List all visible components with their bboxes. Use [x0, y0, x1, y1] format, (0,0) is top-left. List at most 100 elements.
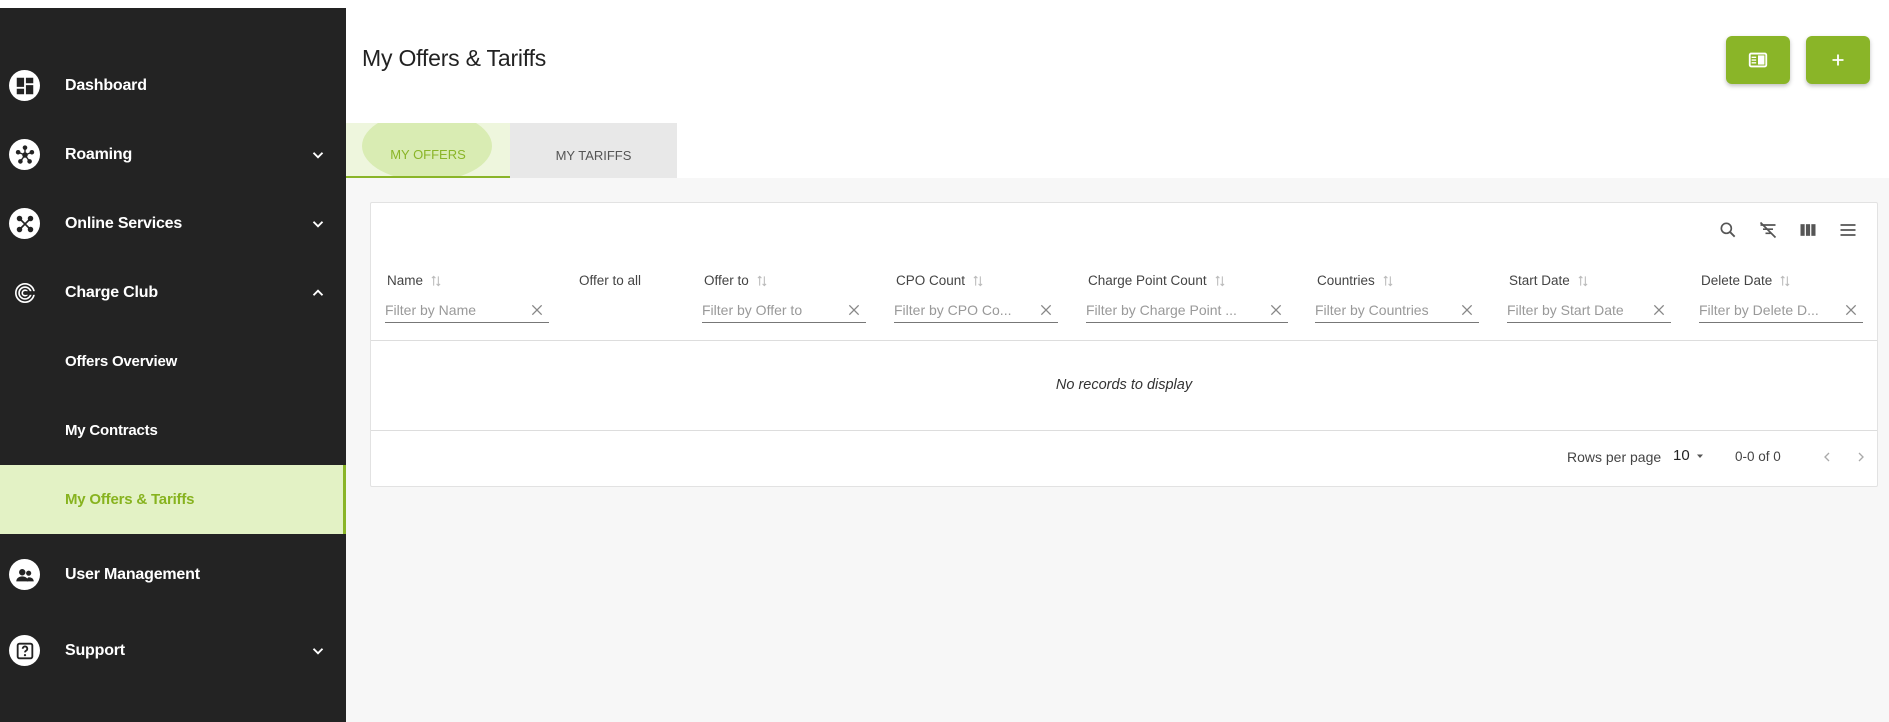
chevron-down-icon — [309, 642, 327, 660]
column-header[interactable]: Name — [387, 273, 443, 288]
tab-my-offers[interactable]: MY OFFERS — [346, 123, 510, 178]
column-header[interactable]: CPO Count — [896, 273, 985, 288]
page-header: My Offers & Tariffs MY OFFERS MY TARIFFS — [346, 0, 1889, 178]
column-name: Name — [385, 273, 549, 323]
column-header-label: Delete Date — [1701, 273, 1773, 288]
clear-icon[interactable] — [1651, 302, 1667, 318]
previous-page-button[interactable] — [1817, 447, 1837, 467]
sort-icon — [1383, 275, 1393, 286]
rows-per-page-select[interactable]: 10 — [1673, 447, 1706, 464]
clear-icon[interactable] — [529, 302, 545, 318]
header-divider — [371, 340, 1877, 341]
column-offer-to: Offer to — [702, 273, 866, 323]
menu-icon[interactable] — [1837, 219, 1859, 241]
user-management-icon — [9, 559, 40, 590]
charge-club-icon — [9, 277, 40, 308]
filter-cpo-count — [894, 297, 1058, 323]
rows-per-page-label: Rows per page — [1567, 449, 1662, 465]
column-header-label: Offer to — [704, 273, 749, 288]
pagination-range: 0-0 of 0 — [1735, 449, 1781, 464]
clear-icon[interactable] — [1038, 302, 1054, 318]
column-cpo-count: CPO Count — [894, 273, 1058, 323]
column-header[interactable]: Offer to — [704, 273, 769, 288]
filter-charge-point-count — [1086, 297, 1288, 323]
empty-table-message: No records to display — [1055, 377, 1193, 393]
filter-offer-to-input[interactable] — [702, 301, 866, 318]
table-toolbar — [1717, 219, 1859, 241]
sidebar-item-charge-club[interactable]: Charge Club — [0, 258, 346, 327]
sort-icon — [973, 275, 983, 286]
column-header[interactable]: Start Date — [1509, 273, 1590, 288]
sidebar-item-label: User Management — [65, 565, 200, 583]
support-icon — [9, 635, 40, 666]
offers-table: Name Offer to all Offer to — [370, 202, 1878, 487]
tab-my-tariffs[interactable]: MY TARIFFS — [510, 123, 677, 178]
sidebar-subitem-my-contracts[interactable]: My Contracts — [0, 396, 346, 465]
sidebar-item-label: My Offers & Tariffs — [65, 491, 195, 508]
chevron-left-icon — [1824, 452, 1830, 462]
tab-label: MY OFFERS — [390, 147, 466, 162]
column-header[interactable]: Charge Point Count — [1088, 273, 1227, 288]
sidebar-item-label: Offers Overview — [65, 353, 178, 370]
sort-icon — [1215, 275, 1225, 286]
filter-name-input[interactable] — [385, 301, 549, 318]
column-header-label: Offer to all — [579, 273, 642, 288]
filter-delete-date-input[interactable] — [1699, 301, 1863, 318]
tab-bar: MY OFFERS MY TARIFFS — [346, 123, 677, 178]
filter-name — [385, 297, 549, 323]
filter-start-date — [1507, 297, 1671, 323]
column-offer-to-all: Offer to all — [579, 273, 641, 288]
sidebar-item-user-management[interactable]: User Management — [0, 540, 346, 609]
filter-countries-input[interactable] — [1315, 301, 1479, 318]
caret-down-icon — [1696, 454, 1703, 458]
clear-icon[interactable] — [846, 302, 862, 318]
column-header-label: Name — [387, 273, 424, 288]
add-button[interactable] — [1806, 36, 1870, 84]
columns-icon[interactable] — [1797, 219, 1819, 241]
sidebar-item-support[interactable]: Support — [0, 616, 346, 685]
sidebar-item-roaming[interactable]: Roaming — [0, 120, 346, 189]
panel-icon — [1747, 49, 1769, 71]
sort-icon — [431, 275, 441, 286]
column-header[interactable]: Delete Date — [1701, 273, 1792, 288]
filter-start-date-input[interactable] — [1507, 301, 1671, 318]
body-divider — [371, 430, 1877, 431]
column-header: Offer to all — [579, 273, 641, 288]
dashboard-icon — [9, 70, 40, 101]
sidebar-item-label: Charge Club — [65, 283, 158, 301]
rows-per-page-value: 10 — [1673, 447, 1690, 464]
sidebar-item-label: Support — [65, 641, 125, 659]
filter-countries — [1315, 297, 1479, 323]
page-title: My Offers & Tariffs — [362, 45, 547, 71]
column-header[interactable]: Countries — [1317, 273, 1395, 288]
chevron-down-icon — [309, 215, 327, 233]
sidebar-subitem-my-offers-tariffs[interactable]: My Offers & Tariffs — [0, 465, 346, 534]
clear-icon[interactable] — [1268, 302, 1284, 318]
filter-off-icon[interactable] — [1757, 219, 1779, 241]
filter-charge-point-count-input[interactable] — [1086, 301, 1288, 318]
online-services-icon — [9, 208, 40, 239]
column-header-label: Charge Point Count — [1088, 273, 1207, 288]
main-content: My Offers & Tariffs MY OFFERS MY TARIFFS — [346, 0, 1889, 722]
sidebar-item-online-services[interactable]: Online Services — [0, 189, 346, 258]
chevron-up-icon — [309, 284, 327, 302]
column-header-label: Countries — [1317, 273, 1375, 288]
sort-icon — [1578, 275, 1588, 286]
toggle-panel-button[interactable] — [1726, 36, 1790, 84]
tab-label: MY TARIFFS — [555, 148, 632, 163]
filter-delete-date — [1699, 297, 1863, 323]
column-start-date: Start Date — [1507, 273, 1671, 323]
table-pagination: Rows per page 10 0-0 of 0 — [371, 447, 1877, 471]
chevron-right-icon — [1858, 452, 1864, 462]
search-icon[interactable] — [1717, 219, 1739, 241]
sidebar-item-dashboard[interactable]: Dashboard — [0, 51, 346, 120]
clear-icon[interactable] — [1459, 302, 1475, 318]
sidebar-subitem-offers-overview[interactable]: Offers Overview — [0, 327, 346, 396]
sidebar-item-label: Online Services — [65, 214, 183, 232]
column-charge-point-count: Charge Point Count — [1086, 273, 1288, 323]
chevron-down-icon — [309, 146, 327, 164]
plus-icon — [1827, 49, 1849, 71]
filter-cpo-count-input[interactable] — [894, 301, 1058, 318]
clear-icon[interactable] — [1843, 302, 1859, 318]
next-page-button[interactable] — [1851, 447, 1871, 467]
